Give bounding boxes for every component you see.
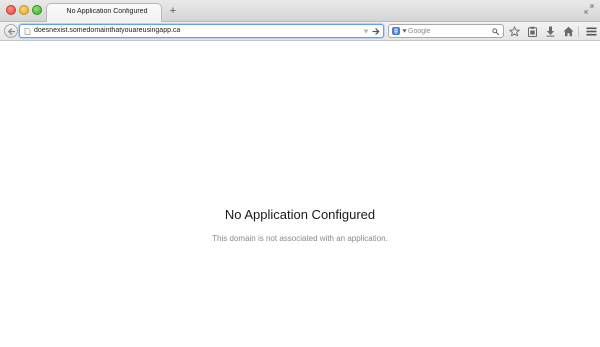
- new-tab-button[interactable]: +: [167, 5, 179, 17]
- page-heading: No Application Configured: [224, 207, 376, 222]
- navigation-toolbar: doesnexist.somedomainthatyouareusingapp.…: [0, 22, 600, 41]
- page-icon: [24, 28, 31, 35]
- minimize-window-button[interactable]: [19, 5, 29, 15]
- back-arrow-icon: [7, 28, 16, 35]
- download-icon[interactable]: [545, 26, 556, 37]
- browser-window: No Application Configured + doesnexist.s…: [0, 0, 600, 347]
- url-bar[interactable]: doesnexist.somedomainthatyouareusingapp.…: [19, 24, 384, 38]
- clipboard-icon[interactable]: [527, 26, 538, 37]
- back-button[interactable]: [4, 24, 18, 38]
- hamburger-menu-icon[interactable]: [586, 26, 597, 37]
- search-bar[interactable]: g: [388, 24, 504, 38]
- zoom-window-button[interactable]: [32, 5, 42, 15]
- tab-title: No Application Configured: [66, 8, 148, 15]
- toolbar-separator: [578, 26, 579, 37]
- home-icon[interactable]: [563, 26, 574, 37]
- page-message: This domain is not associated with an ap…: [212, 234, 388, 243]
- url-history-dropdown-icon[interactable]: [363, 29, 369, 34]
- go-arrow-icon[interactable]: [372, 27, 380, 36]
- page-content: No Application Configured This domain is…: [0, 42, 600, 347]
- search-icon[interactable]: [492, 28, 499, 35]
- search-input[interactable]: [408, 26, 488, 37]
- fullscreen-icon[interactable]: [584, 4, 594, 14]
- tab-active[interactable]: No Application Configured: [46, 3, 162, 23]
- close-window-button[interactable]: [6, 5, 16, 15]
- title-bar: No Application Configured +: [0, 0, 600, 23]
- search-engine-dropdown-icon[interactable]: [402, 29, 407, 33]
- url-text[interactable]: doesnexist.somedomainthatyouareusingapp.…: [34, 27, 180, 34]
- bookmark-star-icon[interactable]: [509, 26, 520, 37]
- search-engine-icon[interactable]: g: [392, 27, 400, 35]
